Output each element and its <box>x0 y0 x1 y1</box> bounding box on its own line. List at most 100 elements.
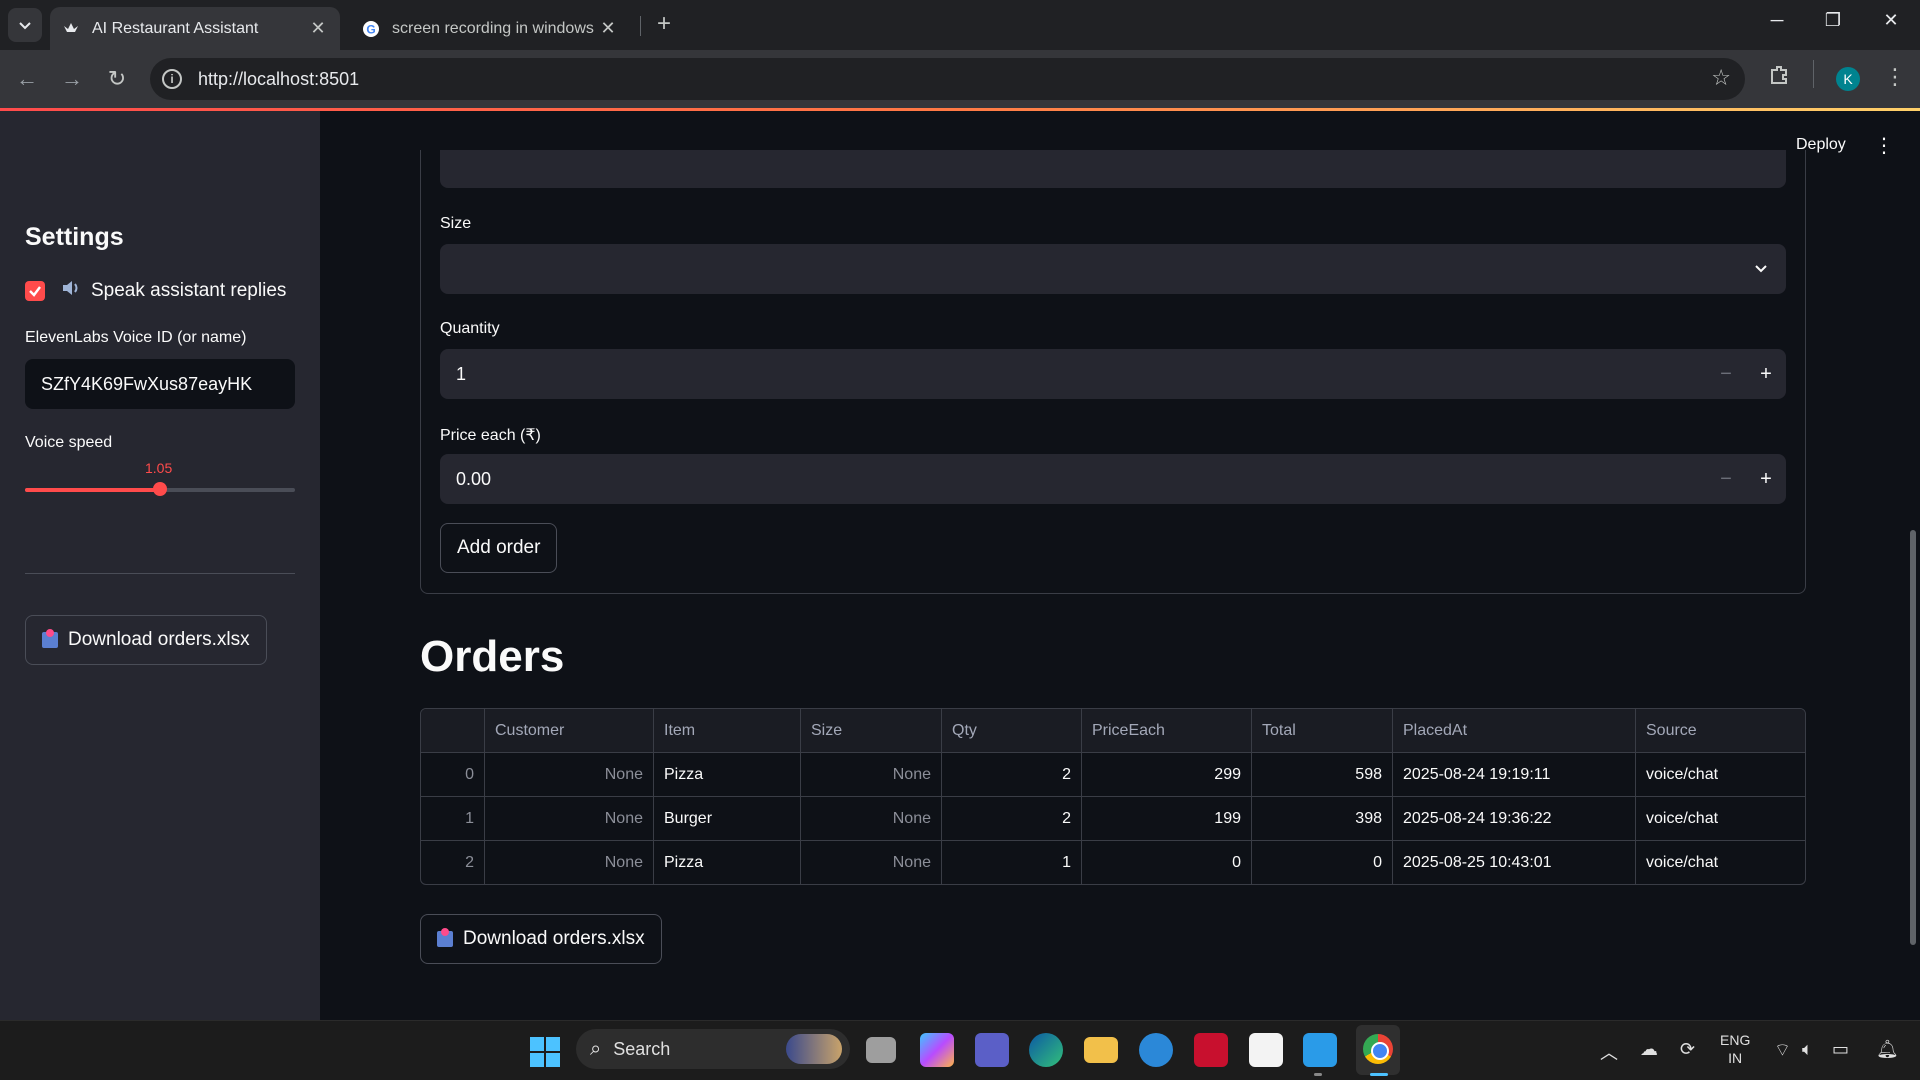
url-text: http://localhost:8501 <box>198 68 360 89</box>
new-tab-button[interactable]: + <box>650 10 678 38</box>
table-row[interactable]: 2 None Pizza None 1 0 0 2025-08-25 10:43… <box>421 841 1805 884</box>
price-stepper[interactable]: 0.00 − + <box>440 454 1786 504</box>
bookmark-star-icon[interactable]: ☆ <box>1711 65 1731 91</box>
main-download-button[interactable]: Download orders.xlsx <box>420 914 662 964</box>
qty-cell[interactable]: 2 <box>942 797 1082 840</box>
extensions-icon[interactable] <box>1768 64 1790 92</box>
voice-speed-slider[interactable] <box>25 482 295 496</box>
previous-field-input[interactable] <box>440 150 1786 188</box>
toolbar-divider <box>1813 60 1814 88</box>
close-tab-icon[interactable]: ✕ <box>308 18 328 39</box>
volume-icon[interactable]: 🔈︎ <box>1802 1039 1813 1060</box>
notification-bell-icon[interactable]: 🔔︎ <box>1876 1039 1899 1060</box>
windows-start-icon[interactable] <box>530 1037 560 1067</box>
column-header[interactable]: Source <box>1636 709 1805 752</box>
speak-replies-checkbox[interactable]: Speak assistant replies <box>25 279 286 303</box>
copilot-icon[interactable] <box>920 1033 954 1067</box>
orders-table[interactable]: Customer Item Size Qty PriceEach Total P… <box>420 708 1806 885</box>
price-cell[interactable]: 199 <box>1082 797 1252 840</box>
checkbox-checked-icon[interactable] <box>25 281 45 301</box>
size-cell[interactable]: None <box>801 753 942 796</box>
total-cell[interactable]: 598 <box>1252 753 1393 796</box>
source-cell[interactable]: voice/chat <box>1636 753 1805 796</box>
taskbar-search[interactable]: ⌕ Search <box>576 1029 850 1069</box>
placed-at-cell[interactable]: 2025-08-24 19:36:22 <box>1393 797 1636 840</box>
qty-cell[interactable]: 1 <box>942 841 1082 884</box>
task-view-icon[interactable] <box>866 1037 896 1063</box>
size-cell[interactable]: None <box>801 841 942 884</box>
size-select[interactable] <box>440 244 1786 294</box>
scrollbar-thumb[interactable] <box>1910 530 1916 945</box>
decrement-icon[interactable]: − <box>1706 349 1746 399</box>
sidebar-download-button[interactable]: Download orders.xlsx <box>25 615 267 665</box>
wifi-icon[interactable]: ⌔ <box>1774 1039 1791 1062</box>
help-icon[interactable] <box>1139 1033 1173 1067</box>
price-cell[interactable]: 299 <box>1082 753 1252 796</box>
quantity-stepper[interactable]: 1 − + <box>440 349 1786 399</box>
placed-at-cell[interactable]: 2025-08-24 19:19:11 <box>1393 753 1636 796</box>
increment-icon[interactable]: + <box>1746 454 1786 504</box>
tab-search-button[interactable] <box>8 8 42 42</box>
item-cell[interactable]: Pizza <box>654 841 801 884</box>
file-explorer-icon[interactable] <box>1084 1037 1118 1063</box>
site-info-icon[interactable]: i <box>162 69 182 89</box>
table-row[interactable]: 0 None Pizza None 2 299 598 2025-08-24 1… <box>421 753 1805 797</box>
column-header[interactable]: PriceEach <box>1082 709 1252 752</box>
tab-screen-recording[interactable]: G screen recording in windows 11 ✕ <box>350 7 630 50</box>
placed-at-cell[interactable]: 2025-08-25 10:43:01 <box>1393 841 1636 884</box>
column-header[interactable]: Size <box>801 709 942 752</box>
item-cell[interactable]: Burger <box>654 797 801 840</box>
reload-icon[interactable]: ↻ <box>102 64 132 94</box>
source-cell[interactable]: voice/chat <box>1636 841 1805 884</box>
mcafee-icon[interactable] <box>1194 1033 1228 1067</box>
close-tab-icon[interactable]: ✕ <box>598 18 618 39</box>
tab-ai-restaurant-assistant[interactable]: AI Restaurant Assistant ✕ <box>50 7 340 50</box>
table-row[interactable]: 1 None Burger None 2 199 398 2025-08-24 … <box>421 797 1805 841</box>
battery-icon[interactable]: ▭ <box>1832 1039 1849 1060</box>
customer-cell[interactable]: None <box>485 841 654 884</box>
item-cell[interactable]: Pizza <box>654 753 801 796</box>
profile-avatar[interactable]: K <box>1836 67 1860 91</box>
column-header[interactable]: Qty <box>942 709 1082 752</box>
source-cell[interactable]: voice/chat <box>1636 797 1805 840</box>
teams-icon[interactable] <box>975 1033 1009 1067</box>
back-icon[interactable]: ← <box>12 64 42 94</box>
edge-icon[interactable] <box>1029 1033 1063 1067</box>
increment-icon[interactable]: + <box>1746 349 1786 399</box>
price-cell[interactable]: 0 <box>1082 841 1252 884</box>
column-header[interactable]: Customer <box>485 709 654 752</box>
column-header[interactable]: Total <box>1252 709 1393 752</box>
minimize-icon[interactable]: ─ <box>1762 10 1792 31</box>
onedrive-icon[interactable]: ☁ <box>1640 1039 1658 1060</box>
slider-thumb[interactable] <box>153 482 167 496</box>
address-bar[interactable]: i http://localhost:8501 ☆ <box>150 58 1745 100</box>
restore-icon[interactable]: ❐ <box>1818 10 1848 31</box>
tray-overflow-icon[interactable]: ︿ <box>1600 1039 1618 1065</box>
chrome-icon <box>1363 1034 1393 1064</box>
sidebar-title: Settings <box>25 223 124 251</box>
total-cell[interactable]: 0 <box>1252 841 1393 884</box>
customer-cell[interactable]: None <box>485 797 654 840</box>
qty-cell[interactable]: 2 <box>942 753 1082 796</box>
total-cell[interactable]: 398 <box>1252 797 1393 840</box>
store-icon[interactable] <box>1249 1033 1283 1067</box>
size-cell[interactable]: None <box>801 797 942 840</box>
column-header[interactable]: PlacedAt <box>1393 709 1636 752</box>
column-header[interactable]: Item <box>654 709 801 752</box>
column-header[interactable] <box>421 709 485 752</box>
voice-id-input[interactable]: SZfY4K69FwXus87eayHK <box>25 359 295 409</box>
browser-menu-icon[interactable]: ⋮ <box>1884 64 1906 90</box>
forward-icon[interactable]: → <box>57 64 87 94</box>
close-window-icon[interactable]: ✕ <box>1876 10 1906 31</box>
app-menu-icon[interactable]: ⋮ <box>1874 133 1894 158</box>
sync-icon[interactable]: ⟳ <box>1680 1039 1695 1060</box>
chevron-down-icon[interactable] <box>1754 244 1768 297</box>
browser-tab-strip: AI Restaurant Assistant ✕ G screen recor… <box>0 0 1920 50</box>
vscode-icon[interactable] <box>1303 1033 1337 1067</box>
add-order-button[interactable]: Add order <box>440 523 558 573</box>
decrement-icon[interactable]: − <box>1706 454 1746 504</box>
customer-cell[interactable]: None <box>485 753 654 796</box>
language-indicator[interactable]: ENG IN <box>1720 1031 1750 1067</box>
price-label: Price each (₹) <box>440 427 541 444</box>
voice-speed-label: Voice speed <box>25 434 113 451</box>
